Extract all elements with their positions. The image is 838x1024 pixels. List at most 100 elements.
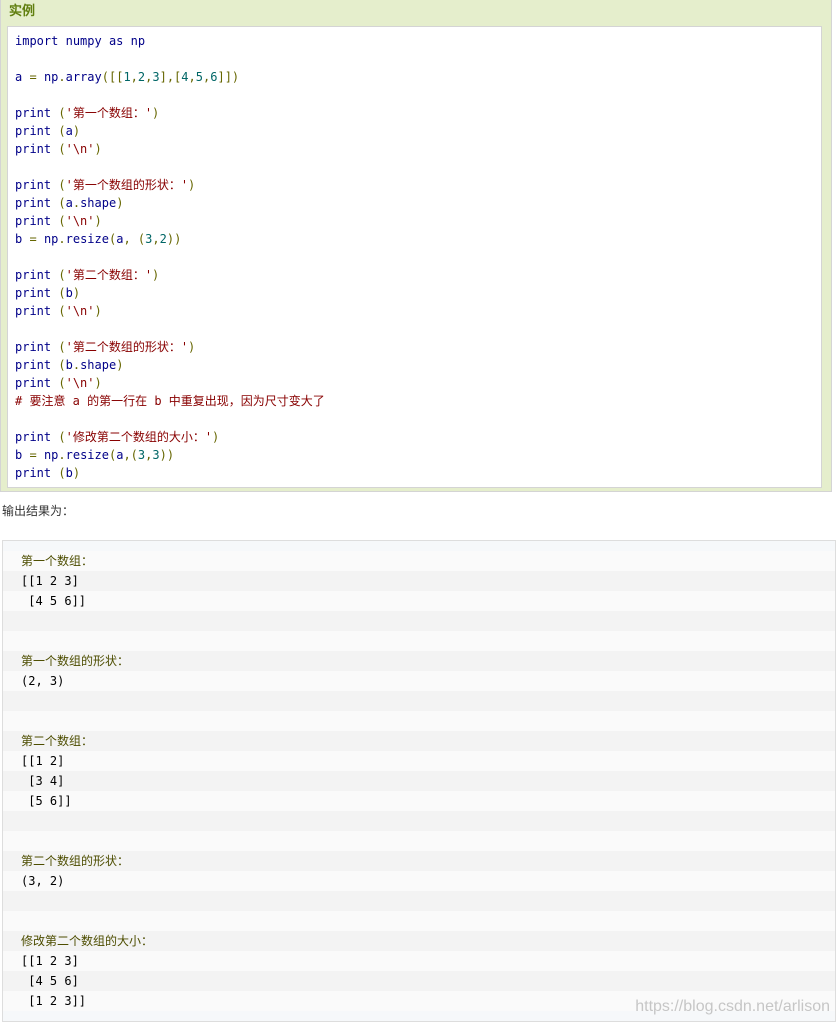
code-token: np: [130, 34, 146, 48]
output-line: 第二个数组：: [3, 731, 835, 751]
code-token: 3: [152, 448, 160, 462]
code-token: ): [188, 340, 196, 354]
code-line: a = np.array([[1,2,3],[4,5,6]]): [15, 68, 821, 86]
code-token: )): [159, 448, 175, 462]
code-token: (: [58, 142, 66, 156]
code-line: print ('第二个数组：'): [15, 266, 821, 284]
output-line: [4 5 6]]: [3, 591, 835, 611]
code-token: ): [212, 430, 220, 444]
example-panel: 实例 import numpy as np a = np.array([[1,2,…: [0, 0, 832, 492]
output-line: [3, 711, 835, 731]
code-token: ): [94, 304, 102, 318]
code-token: resize: [65, 448, 109, 462]
code-token: '\n': [65, 142, 95, 156]
code-token: import: [15, 34, 59, 48]
code-token: shape: [80, 358, 117, 372]
code-token: .: [58, 70, 66, 84]
code-line: print (a): [15, 122, 821, 140]
code-token: numpy: [65, 34, 102, 48]
output-line: [5 6]]: [3, 791, 835, 811]
code-token: )): [166, 232, 182, 246]
code-block[interactable]: import numpy as np a = np.array([[1,2,3],…: [7, 26, 822, 488]
code-token: '第一个数组：': [65, 106, 153, 120]
code-token: print: [15, 430, 52, 444]
code-line: print ('\n'): [15, 374, 821, 392]
code-token: =: [29, 70, 37, 84]
code-token: (: [58, 124, 66, 138]
code-line: print (b): [15, 284, 821, 302]
code-token: (: [58, 466, 66, 480]
code-token: # 要注意 a 的第一行在 b 中重复出现，因为尺寸变大了: [15, 394, 325, 408]
example-title: 实例: [9, 4, 36, 19]
code-token: print: [15, 142, 52, 156]
code-token: np: [43, 232, 59, 246]
code-token: ([[: [101, 70, 124, 84]
output-block[interactable]: 第一个数组： [[1 2 3] [4 5 6]] 第一个数组的形状： (2, 3) 第二…: [2, 540, 836, 1022]
watermark: https://blog.csdn.net/arlison: [635, 998, 830, 1015]
code-line: import numpy as np: [15, 32, 821, 50]
code-token: ): [72, 124, 81, 138]
code-token: ): [152, 268, 160, 282]
code-token: b: [65, 466, 73, 480]
code-token: (: [58, 376, 66, 390]
code-token: (: [58, 178, 66, 192]
code-token: 2: [159, 232, 167, 246]
code-token: ): [152, 106, 160, 120]
code-token: (: [58, 268, 66, 282]
code-token: 4: [181, 70, 189, 84]
code-token: print: [15, 286, 52, 300]
code-token: '\n': [65, 376, 95, 390]
code-token: '\n': [65, 214, 95, 228]
code-token: as: [108, 34, 124, 48]
code-token: print: [15, 268, 52, 282]
code-token: shape: [80, 196, 117, 210]
code-token: resize: [65, 232, 109, 246]
code-token: .: [72, 358, 81, 372]
output-line: [[1 2 3]: [3, 571, 835, 591]
code-token: print: [15, 178, 52, 192]
code-token: '修改第二个数组的大小：': [65, 430, 213, 444]
output-line: [3, 691, 835, 711]
code-line: print (a.shape): [15, 194, 821, 212]
code-token: (: [58, 286, 66, 300]
code-token: print: [15, 106, 52, 120]
code-token: (: [58, 214, 66, 228]
code-token: '第二个数组的形状：': [65, 340, 189, 354]
output-line: 第二个数组的形状：: [3, 851, 835, 871]
code-token: ,: [130, 70, 138, 84]
output-line: (2, 3): [3, 671, 835, 691]
code-token: b: [65, 358, 73, 372]
code-token: (: [58, 340, 66, 354]
code-token: ): [72, 286, 81, 300]
code-token: a: [65, 124, 73, 138]
code-token: ],[: [159, 70, 182, 84]
code-token: print: [15, 466, 52, 480]
output-line: [3, 811, 835, 831]
code-token: np: [43, 70, 59, 84]
code-token: .: [58, 232, 66, 246]
code-token: ,: [188, 70, 196, 84]
code-token: ): [72, 466, 81, 480]
code-token: =: [29, 448, 37, 462]
code-token: 1: [123, 70, 131, 84]
code-token: ): [188, 178, 196, 192]
code-token: ]]): [217, 70, 240, 84]
code-line: print ('修改第二个数组的大小：'): [15, 428, 821, 446]
code-token: np: [43, 448, 59, 462]
code-token: (: [58, 196, 66, 210]
code-token: ): [116, 358, 124, 372]
code-token: 5: [195, 70, 203, 84]
result-caption: 输出结果为：: [2, 504, 75, 518]
code-token: print: [15, 340, 52, 354]
code-token: print: [15, 124, 52, 138]
code-token: print: [15, 358, 52, 372]
output-line: [3, 891, 835, 911]
code-token: '第二个数组：': [65, 268, 153, 282]
